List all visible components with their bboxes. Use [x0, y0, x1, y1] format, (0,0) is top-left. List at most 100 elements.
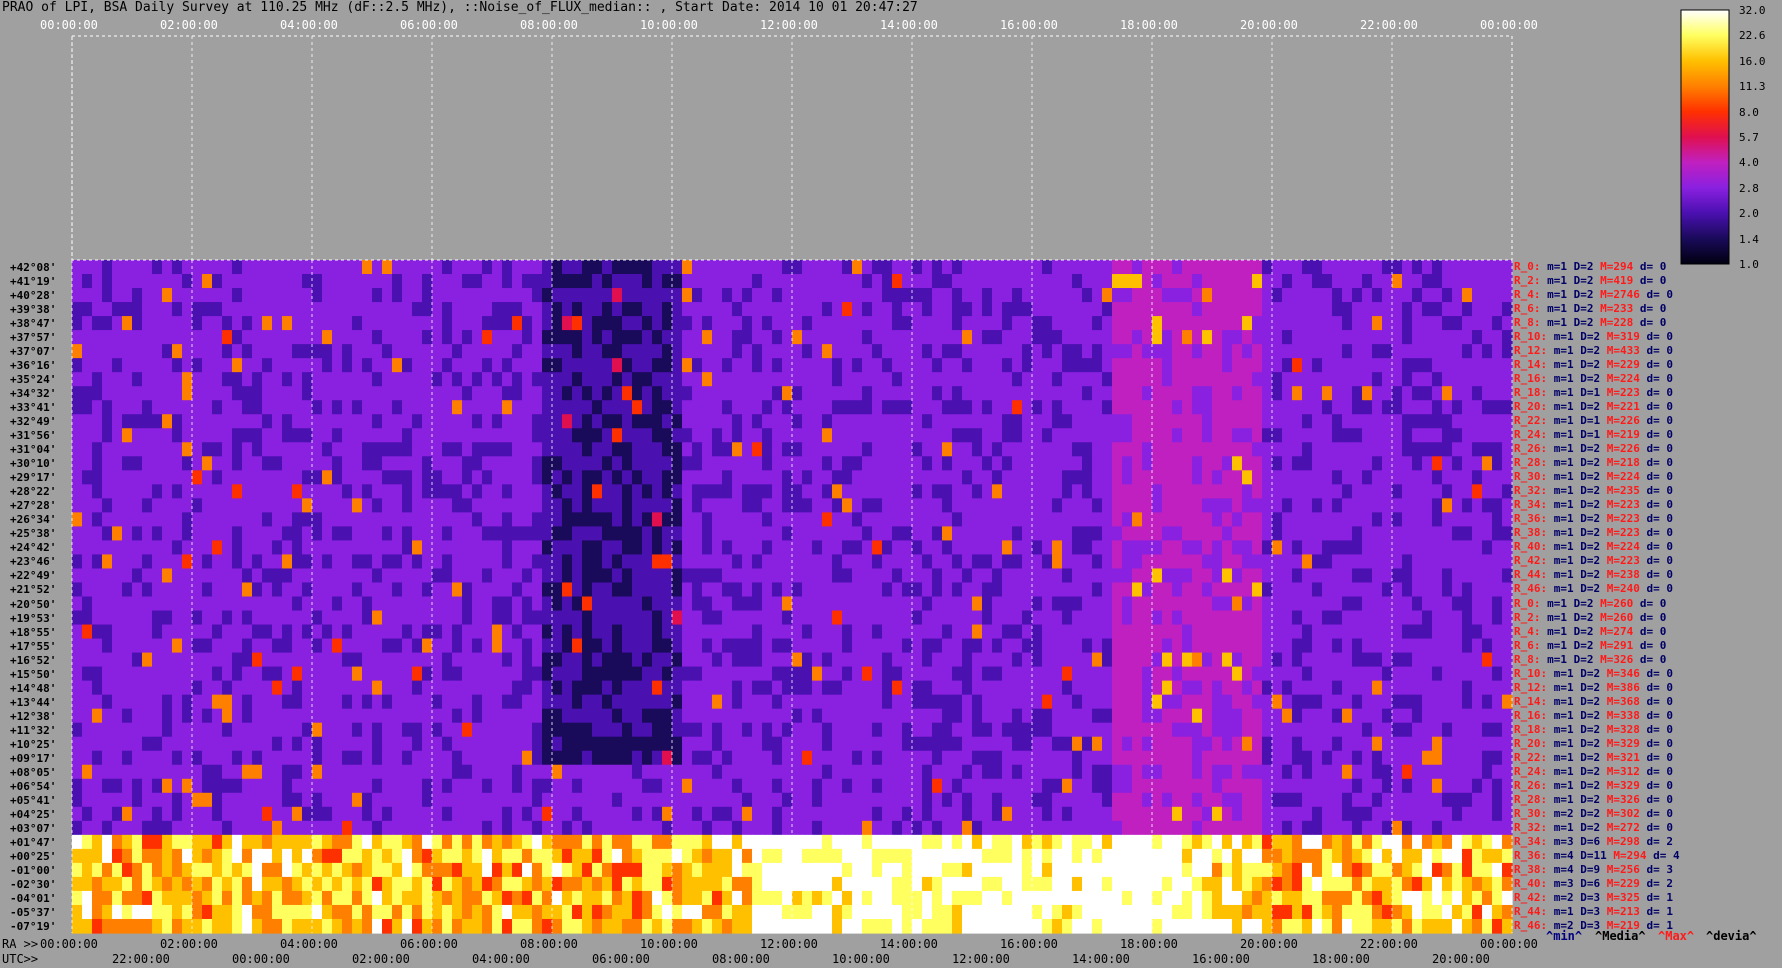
heatmap-cell: [282, 526, 293, 542]
heatmap-cell: [1322, 442, 1333, 457]
heatmap-cell: [692, 596, 703, 612]
heatmap-cell: [282, 694, 293, 710]
heatmap-cell: [202, 288, 213, 303]
heatmap-cell: [142, 694, 153, 710]
heatmap-cell: [92, 358, 103, 373]
heatmap-cell: [962, 414, 973, 429]
heatmap-cell: [832, 722, 843, 738]
heatmap-cell: [742, 288, 753, 303]
heatmap-cell: [1002, 302, 1013, 317]
heatmap-cell: [742, 582, 753, 598]
heatmap-cell: [242, 260, 253, 275]
heatmap-cell: [792, 540, 803, 556]
heatmap-cell: [1082, 610, 1093, 626]
heatmap-cell: [1152, 694, 1163, 710]
heatmap-cell: [972, 358, 983, 373]
heatmap-cell: [912, 330, 923, 345]
heatmap-cell: [172, 288, 183, 303]
heatmap-cell: [1422, 344, 1433, 359]
heatmap-cell: [1452, 288, 1463, 303]
heatmap-cell: [1432, 638, 1443, 654]
heatmap-cell: [542, 330, 553, 345]
heatmap-cell: [272, 568, 283, 584]
heatmap-cell: [1272, 414, 1283, 429]
heatmap-cell: [1302, 428, 1313, 443]
heatmap-cell: [482, 512, 493, 527]
heatmap-cell: [1332, 512, 1343, 527]
heatmap-cell: [1102, 708, 1113, 724]
heatmap-cell: [112, 330, 123, 345]
heatmap-cell: [412, 610, 423, 626]
heatmap-cell: [402, 554, 413, 570]
heatmap-cell: [1122, 484, 1133, 499]
heatmap-cell: [1042, 358, 1053, 373]
heatmap-cell: [322, 316, 333, 331]
heatmap-cell: [1332, 638, 1343, 654]
heatmap-cell: [1162, 428, 1173, 443]
heatmap-cell: [1502, 638, 1513, 654]
heatmap-cell: [642, 610, 653, 626]
heatmap-cell: [1012, 386, 1023, 401]
heatmap-cell: [602, 386, 613, 401]
heatmap-cell: [802, 358, 813, 373]
heatmap-cell: [252, 344, 263, 359]
heatmap-cell: [362, 582, 373, 598]
heatmap-cell: [392, 610, 403, 626]
heatmap-cell: [1382, 260, 1393, 275]
heatmap-cell: [412, 330, 423, 345]
heatmap-cell: [842, 456, 853, 471]
heatmap-cell: [232, 526, 243, 542]
heatmap-cell: [902, 568, 913, 584]
heatmap-cell: [442, 596, 453, 612]
heatmap-cell: [882, 652, 893, 668]
heatmap-cell: [722, 512, 733, 527]
heatmap-cell: [212, 400, 223, 415]
heatmap-cell: [592, 428, 603, 443]
heatmap-cell: [602, 344, 613, 359]
heatmap-cell: [1332, 568, 1343, 584]
heatmap-cell: [192, 736, 203, 752]
heatmap-cell: [732, 400, 743, 415]
heatmap-cell: [682, 498, 693, 513]
heatmap-cell: [872, 470, 883, 485]
heatmap-cell: [932, 708, 943, 724]
heatmap-cell: [1002, 456, 1013, 471]
heatmap-cell: [142, 358, 153, 373]
heatmap-cell: [1462, 414, 1473, 429]
heatmap-cell: [1352, 708, 1363, 724]
heatmap-cell: [262, 666, 273, 682]
heatmap-cell: [1192, 624, 1203, 640]
heatmap-cell: [292, 666, 303, 682]
heatmap-cell: [452, 568, 463, 584]
heatmap-cell: [262, 498, 273, 513]
heatmap-cell: [252, 498, 263, 513]
heatmap-cell: [1362, 610, 1373, 626]
heatmap-cell: [1032, 330, 1043, 345]
heatmap-cell: [762, 302, 773, 317]
heatmap-cell: [1132, 652, 1143, 668]
heatmap-cell: [692, 442, 703, 457]
heatmap-cell: [1302, 568, 1313, 584]
heatmap-cell: [1302, 330, 1313, 345]
heatmap-cell: [412, 484, 423, 499]
heatmap-cell: [812, 624, 823, 640]
heatmap-cell: [1172, 358, 1183, 373]
heatmap-cell: [912, 274, 923, 289]
heatmap-cell: [852, 638, 863, 654]
heatmap-cell: [402, 372, 413, 387]
heatmap-cell: [412, 358, 423, 373]
heatmap-cell: [132, 470, 143, 485]
heatmap-cell: [182, 316, 193, 331]
heatmap-cell: [292, 694, 303, 710]
heatmap-cell: [1112, 400, 1123, 415]
heatmap-cell: [602, 288, 613, 303]
heatmap-cell: [492, 554, 503, 570]
heatmap-cell: [552, 442, 563, 457]
heatmap-cell: [1192, 456, 1203, 471]
heatmap-cell: [1072, 582, 1083, 598]
heatmap-cell: [262, 540, 273, 556]
heatmap-cell: [1022, 540, 1033, 556]
heatmap-cell: [212, 624, 223, 640]
heatmap-cell: [612, 400, 623, 415]
heatmap-cell: [1282, 330, 1293, 345]
